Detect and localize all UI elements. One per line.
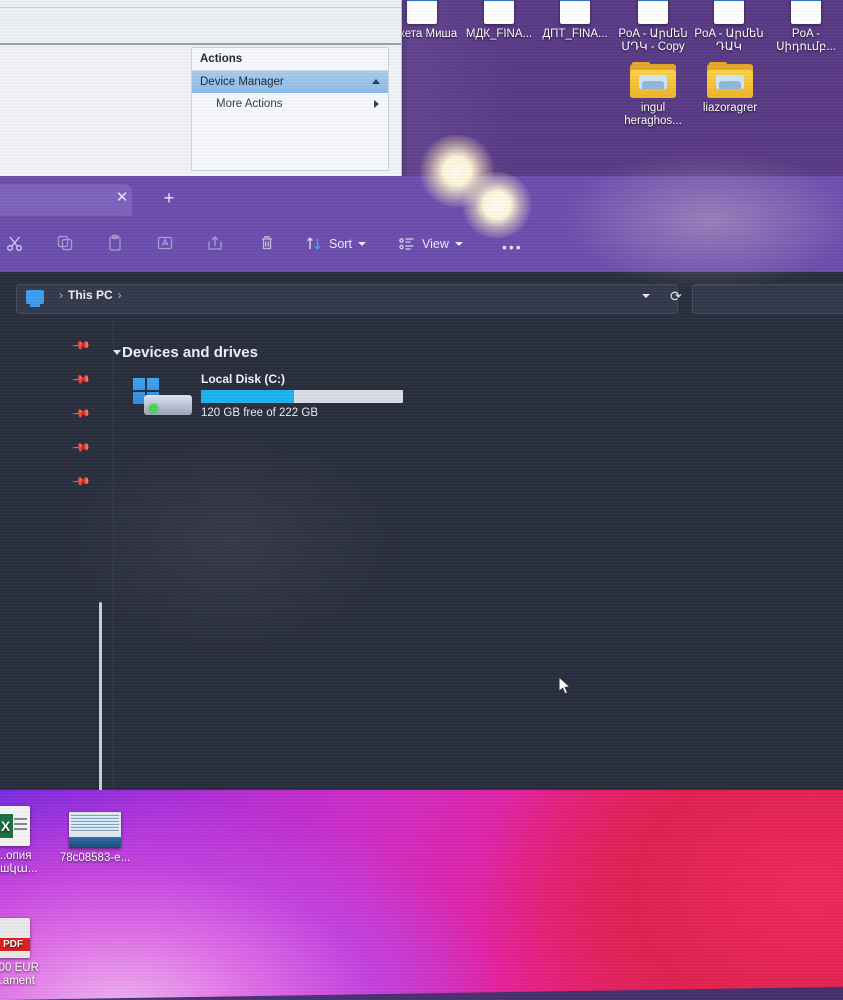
actions-item-device-manager[interactable]: Device Manager <box>192 71 388 93</box>
chevron-up-icon <box>372 79 380 84</box>
excel-file-icon <box>0 806 30 846</box>
folder-icon <box>707 62 753 98</box>
desktop-icon-label: PoA - Արմեն ՄԴԿ - Copy <box>618 28 688 53</box>
desktop-icon-mdk-fina[interactable]: МДК_FINA... <box>462 0 536 41</box>
pin-icon[interactable]: 📌 <box>71 335 91 355</box>
actions-item-label: Device Manager <box>200 76 284 88</box>
document-icon <box>638 0 668 24</box>
desktop-icon-liazoragrer[interactable]: liazoragrer <box>692 62 768 115</box>
nav-item-0[interactable]: 📌 <box>0 330 113 360</box>
search-input[interactable] <box>692 284 843 314</box>
system-drive-badge-icon <box>149 404 158 413</box>
desktop-wallpaper-gradient <box>0 756 843 1000</box>
nav-item-3[interactable]: 📌 <box>0 432 113 462</box>
new-tab-icon[interactable]: + <box>158 187 180 209</box>
breadcrumb-item-this-pc[interactable]: This PC <box>68 288 113 302</box>
navigation-pane[interactable]: 📌 📌 📌 📌 📌 nos documents <box>0 320 114 790</box>
desktop-icon-label: ...00 EUR ...ament <box>0 962 39 987</box>
nav-item-documents[interactable]: nos documents <box>0 566 113 596</box>
document-icon <box>714 0 744 24</box>
document-icon <box>560 0 590 24</box>
desktop-icon-label: PoA - Սիդումբ... <box>776 28 836 53</box>
share-icon[interactable] <box>200 230 230 258</box>
local-disk-icon <box>133 378 193 416</box>
desktop-icon-label: ingul heraghos... <box>624 102 682 127</box>
sort-label: Sort <box>329 237 352 251</box>
navigation-scrollbar[interactable] <box>99 602 102 790</box>
window-divider <box>0 7 401 8</box>
explorer-main: 📌 📌 📌 📌 📌 nos documents <box>0 320 843 790</box>
nav-item-4[interactable]: 📌 <box>0 466 113 496</box>
pin-icon[interactable]: 📌 <box>71 403 91 423</box>
actions-item-more-actions[interactable]: More Actions <box>192 93 388 115</box>
folder-icon <box>630 62 676 98</box>
cut-icon[interactable] <box>0 230 30 258</box>
device-manager-window[interactable]: Actions Device Manager More Actions <box>0 0 402 182</box>
actions-panel-header: Actions <box>192 48 388 71</box>
desktop-icon-excel-kopiya[interactable]: ...опия ...шկա... <box>0 806 50 876</box>
chevron-down-icon <box>357 242 366 246</box>
tab-close-icon[interactable]: ✕ <box>112 188 132 208</box>
refresh-icon[interactable]: ⟳ <box>670 288 682 305</box>
pin-icon[interactable]: 📌 <box>71 369 91 389</box>
desktop-icon-label: ДПТ_FINA... <box>542 28 608 40</box>
breadcrumb-separator-1: › <box>59 288 63 302</box>
address-dropdown-icon[interactable] <box>642 294 650 298</box>
this-pc-icon <box>26 290 44 307</box>
view-label: View <box>422 237 449 251</box>
document-icon <box>791 0 821 24</box>
explorer-command-bar: Sort View ••• <box>0 222 843 266</box>
pin-icon[interactable]: 📌 <box>71 471 91 491</box>
desktop-icon-label: liazoragrer <box>702 102 758 114</box>
desktop-icon-image-78c08583[interactable]: 78c08583-e... <box>55 812 135 865</box>
content-pane[interactable]: Devices and drives Local Disk (C:) 120 G… <box>113 320 843 790</box>
actions-panel: Actions Device Manager More Actions <box>191 47 389 171</box>
desktop-icon-poa-mdk-copy[interactable]: PoA - Արմեն ՄԴԿ - Copy <box>614 0 692 54</box>
drive-capacity-fill <box>201 390 294 403</box>
drive-item-local-disk-c[interactable]: Local Disk (C:) 120 GB free of 222 GB <box>133 372 413 424</box>
desktop-icon-ingul-heraghos[interactable]: ingul heraghos... <box>615 62 691 128</box>
desktop-icon-label: ...опия ...шկա... <box>0 850 38 875</box>
desktop-icon-label: PoA - Արմեն ԴԱԿ <box>694 28 764 53</box>
image-file-icon <box>69 812 121 848</box>
breadcrumb[interactable]: › This PC › <box>54 288 127 302</box>
document-icon <box>407 0 437 24</box>
group-header-devices-and-drives[interactable]: Devices and drives <box>113 344 258 361</box>
screen: анкета Миша МДК_FINA... ДПТ_FINA... PoA … <box>0 0 843 1000</box>
chevron-down-icon <box>454 242 463 246</box>
chevron-right-icon <box>374 100 379 108</box>
desktop-icon-label: 78c08583-e... <box>59 852 131 864</box>
nav-item-1[interactable]: 📌 <box>0 364 113 394</box>
desktop-icon-poa-sidumb[interactable]: PoA - Սիդումբ... <box>768 0 843 54</box>
drive-name: Local Disk (C:) <box>201 372 286 386</box>
chevron-down-icon[interactable] <box>113 350 121 355</box>
mouse-cursor <box>558 675 572 696</box>
drive-capacity-bar <box>201 390 403 403</box>
view-button[interactable]: View <box>398 230 463 258</box>
more-options-icon[interactable]: ••• <box>502 239 523 255</box>
desktop-icon-label: МДК_FINA... <box>465 28 533 40</box>
delete-icon[interactable] <box>252 230 282 258</box>
drive-capacity-label: 120 GB free of 222 GB <box>201 407 318 419</box>
explorer-tab-strip: ✕ + <box>0 176 843 216</box>
paste-icon[interactable] <box>100 230 130 258</box>
group-header-label: Devices and drives <box>122 344 258 361</box>
pdf-file-icon <box>0 918 30 958</box>
copy-icon[interactable] <box>50 230 80 258</box>
desktop-icon-poa-dak[interactable]: PoA - Արմեն ԴԱԿ <box>690 0 768 54</box>
file-explorer-window[interactable]: ✕ + Sort View ••• › This PC › ⟳ 📌 📌 📌 📌 … <box>0 176 843 790</box>
actions-item-label: More Actions <box>216 98 283 110</box>
document-icon <box>484 0 514 24</box>
sort-button[interactable]: Sort <box>305 230 366 258</box>
breadcrumb-separator-2: › <box>117 288 122 302</box>
rename-icon[interactable] <box>150 230 180 258</box>
desktop-icon-pdf-eur[interactable]: ...00 EUR ...ament <box>0 918 50 988</box>
desktop-icon-dpt-fina[interactable]: ДПТ_FINA... <box>538 0 612 41</box>
window-toolbar-divider <box>0 43 401 45</box>
pin-icon[interactable]: 📌 <box>71 437 91 457</box>
nav-item-2[interactable]: 📌 <box>0 398 113 428</box>
